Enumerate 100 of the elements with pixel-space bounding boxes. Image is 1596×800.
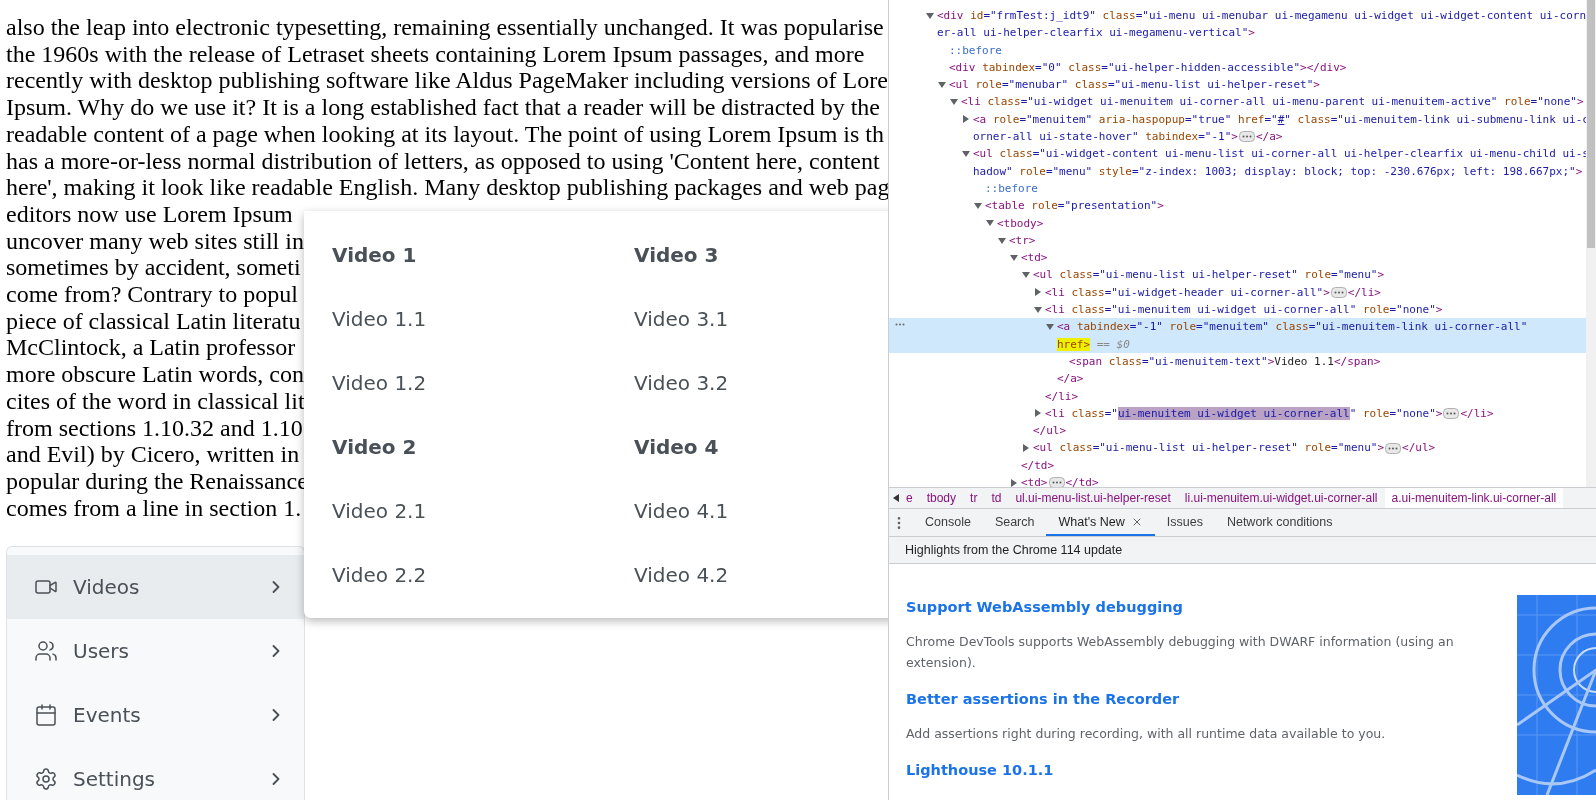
caret-right-icon[interactable] (962, 115, 970, 124)
markup-code: <ul class="ui-menu-list ui-helper-reset" role="menu"> (1033, 440, 1385, 457)
sidebar-item[interactable]: Settings (7, 747, 304, 800)
breadcrumb[interactable]: e (899, 488, 920, 508)
text-line: the 1960s with the release of Letraset sheets containing Lorem Ipsum passages, and more (6, 40, 865, 68)
scroll-left-icon[interactable] (893, 494, 899, 502)
breadcrumb[interactable]: li.ui-menuitem.ui-widget.ui-corner-all (1177, 488, 1385, 508)
text-line: cites of the word in classical lit (6, 387, 305, 415)
caret-down-icon[interactable] (1046, 323, 1054, 331)
text-line: McClintock, a Latin professor (6, 334, 296, 362)
text-line: piece of classical Latin literatu (6, 307, 301, 335)
markup-code: er-all ui-helper-clearfix ui-megamenu-vertical"> (937, 25, 1255, 42)
markup-code: hadow" role="menu" style="z-index: 1003; display: block; top: -230.676px; left: 198.667px;"> (973, 163, 1583, 180)
markup-code: </td> (1065, 475, 1099, 487)
users-icon (34, 639, 58, 664)
caret-right-icon[interactable] (1010, 478, 1018, 487)
more-icon[interactable] (895, 323, 905, 327)
caret-down-icon[interactable] (1034, 305, 1042, 314)
sidebar-item[interactable]: Events (7, 683, 304, 748)
markup-code: <li class="ui-menuitem ui-widget ui-corner-all" role="none"> (1045, 302, 1443, 319)
markup-code: orner-all ui-state-hover" tabindex="-1"> (973, 129, 1238, 146)
news-text: Chrome DevTools supports WebAssembly debugging with DWARF information (using an extension). (906, 633, 1455, 672)
breadcrumb[interactable]: a.ui-menuitem-link.ui-corner-all (1384, 488, 1564, 508)
markup-code: <ul class="ui-menu-list ui-helper-reset" role="menu"> (1033, 267, 1385, 284)
drawer-tab[interactable]: Issues (1154, 509, 1215, 536)
sidebar-item[interactable]: Videos (7, 555, 304, 620)
menu-group-title: Video 1 (332, 243, 417, 267)
news-title[interactable]: Lighthouse 10.1.1 (906, 762, 1054, 778)
markup-code: <li class="ui-widget ui-menuitem ui-corner-all ui-menu-parent ui-menuitem-active" role="none"> (961, 94, 1584, 111)
markup-code: </ul> (1402, 440, 1436, 457)
breadcrumb[interactable]: td (984, 488, 1009, 508)
markup-code: </a> (1255, 129, 1283, 146)
markup-code: <li class="ui-menuitem ui-widget ui-corner-all" role="none"> (1045, 405, 1443, 422)
breadcrumb[interactable]: ul.ui-menu-list.ui-helper-reset (1008, 488, 1178, 508)
menu-item[interactable]: Video 2.1 (332, 499, 427, 523)
caret-down-icon[interactable] (986, 219, 994, 228)
menu-item[interactable]: Video 3.2 (634, 371, 729, 395)
drawer-tab[interactable]: Console (913, 509, 983, 536)
text-line: Ipsum. Why do we use it? It is a long established fact that a reader will be distracted by the (6, 94, 880, 121)
news-text: Add assertions right during recording, with all runtime data available to you. (906, 725, 1387, 743)
markup-code: href> == $0 (1057, 336, 1130, 353)
caret-down-icon[interactable] (998, 236, 1006, 245)
text-line: has a more-or-less normal distribution of letters, as opposed to using 'Content here, content (6, 147, 880, 175)
caret-down-icon[interactable] (1022, 271, 1030, 280)
menu-item[interactable]: Video 2.2 (332, 563, 427, 587)
markup-code: <ul role="menubar" class="ui-menu-list ui-helper-reset"> (949, 77, 1320, 94)
settings-icon (34, 767, 58, 792)
caret-down-icon[interactable] (974, 201, 982, 210)
text-line: popular during the Renaissance (6, 467, 308, 495)
text-line: editors now use Lorem Ipsum (6, 200, 293, 228)
text-line: recently with desktop publishing software like Aldus PageMaker including versions of Lore (6, 67, 888, 95)
calendar-icon (34, 703, 58, 728)
markup-code: <div tabindex="0" class="ui-helper-hidden-accessible"></div> (949, 59, 1347, 76)
markup-code: <tbody> (997, 215, 1044, 232)
menu-item[interactable]: Video 3.1 (634, 307, 729, 331)
ellipsis-icon[interactable] (1048, 477, 1065, 487)
caret-right-icon[interactable] (1022, 444, 1030, 453)
caret-down-icon[interactable] (1010, 253, 1018, 262)
text-line: from sections 1.10.32 and 1.10 (6, 414, 303, 442)
caret-down-icon[interactable] (950, 98, 958, 107)
drawer-tab[interactable]: Search (982, 509, 1047, 536)
markup-code: </li> (1460, 405, 1494, 422)
menu-item[interactable]: Video 4.1 (634, 499, 729, 523)
drawer-title: Highlights from the Chrome 114 update (905, 543, 1123, 557)
markup-code: ::before (949, 42, 1002, 59)
caret-down-icon[interactable] (962, 150, 970, 158)
caret-down-icon[interactable] (938, 80, 946, 89)
markup-code: <li class="ui-widget-header ui-corner-all"> (1045, 284, 1330, 301)
text-line: also the leap into electronic typesetting, remaining essentially unchanged. It was popularise (6, 14, 884, 41)
markup-code: <span class="ui-menuitem-text">Video 1.1</span> (1069, 353, 1381, 370)
sidebar-item[interactable]: Users (7, 619, 304, 684)
text-line: and Evil) by Cicero, written in (6, 441, 300, 468)
breadcrumb[interactable]: tbody (919, 488, 964, 508)
markup-code: <div id="frmTest:j_idt9" class="ui-menu ui-menubar ui-megamenu ui-widget ui-widget-content ui-corn (937, 8, 1587, 24)
caret-right-icon[interactable] (1034, 288, 1042, 297)
drawer-tab[interactable]: Network conditions (1214, 509, 1345, 536)
markup-code: </a> (1057, 371, 1084, 388)
menu-group-title: Video 2 (332, 435, 417, 459)
markup-code: ::before (985, 180, 1038, 197)
text-line: sometimes by accident, someti (6, 254, 301, 282)
menu-item[interactable]: Video 4.2 (634, 563, 729, 587)
text-line: comes from a line in section 1. (6, 494, 302, 522)
markup-code: <tr> (1009, 232, 1036, 249)
text-line: come from? Contrary to popul (6, 281, 298, 308)
news-title[interactable]: Support WebAssembly debugging (906, 599, 1183, 615)
markup-code: </td> (1021, 457, 1055, 474)
markup-code: <a tabindex="-1" role="menuitem" class="ui-menuitem-link ui-corner-all" (1057, 319, 1528, 336)
text-line: uncover many web sites still in (6, 227, 304, 255)
menu-group-title: Video 3 (634, 243, 719, 267)
markup-code: <table role="presentation"> (985, 198, 1164, 215)
menu-item[interactable]: Video 1.2 (332, 371, 427, 395)
breadcrumb[interactable]: tr (963, 488, 985, 508)
news-title[interactable]: Better assertions in the Recorder (906, 691, 1180, 707)
markup-code: </li> (1347, 284, 1381, 301)
scrollbar[interactable] (1586, 0, 1596, 487)
text-line: more obscure Latin words, con (6, 361, 304, 388)
caret-down-icon[interactable] (926, 11, 934, 20)
caret-right-icon[interactable] (1034, 409, 1042, 418)
markup-code: <td> (1021, 475, 1048, 487)
menu-item[interactable]: Video 1.1 (332, 307, 427, 331)
